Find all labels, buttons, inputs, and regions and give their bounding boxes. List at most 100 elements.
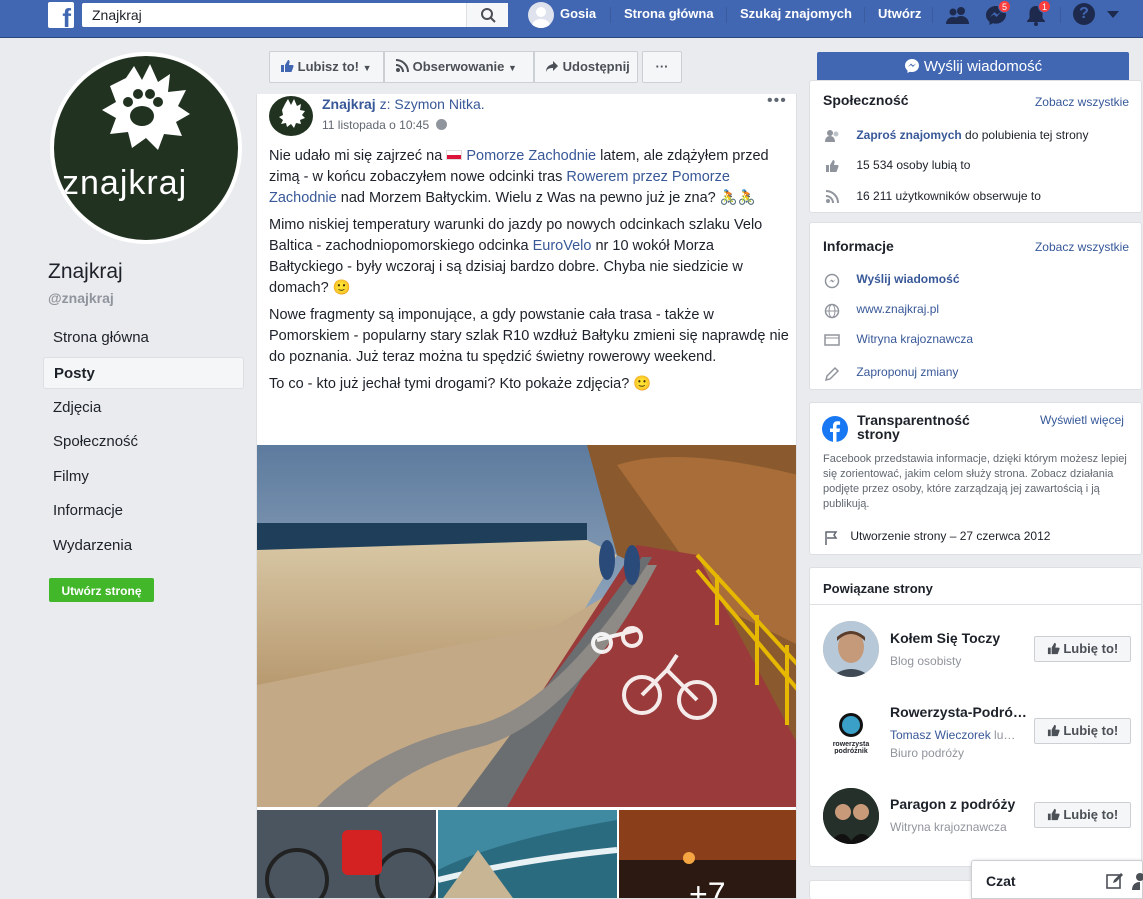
category-link[interactable]: Witryna krajoznawcza — [856, 332, 973, 346]
related-like-button[interactable]: Lubię to! — [1034, 802, 1131, 828]
related-page-category: Blog osobisty — [890, 654, 962, 668]
follow-button[interactable]: Obserwowanie ▼ — [384, 51, 534, 83]
post-date[interactable]: 11 listopada o 10:45 — [322, 118, 429, 132]
search-button[interactable] — [466, 3, 508, 27]
left-nav-posts[interactable]: Posty — [43, 357, 244, 389]
globe-icon — [823, 303, 841, 319]
left-nav-info[interactable]: Informacje — [43, 495, 244, 527]
thumbs-up-icon — [281, 60, 294, 72]
left-nav-home[interactable]: Strona główna — [43, 322, 244, 354]
new-message-icon[interactable] — [1106, 872, 1124, 890]
transparency-view-more-link[interactable]: Wyświetl więcej — [1040, 413, 1130, 428]
post-with-person[interactable]: z: Szymon Nitka. — [380, 96, 485, 112]
left-nav-events[interactable]: Wydarzenia — [43, 530, 244, 562]
nav-create[interactable]: Utwórz — [878, 0, 921, 28]
related-page-name[interactable]: Paragon z podróży — [890, 796, 1015, 812]
transparency-card: Transparentność strony Wyświetl więcej F… — [809, 402, 1142, 555]
left-nav-photos[interactable]: Zdjęcia — [43, 392, 244, 424]
related-like-button[interactable]: Lubię to! — [1034, 718, 1131, 744]
post-main-photo[interactable] — [257, 445, 796, 807]
page-handle[interactable]: @znajkraj — [48, 290, 114, 306]
community-title: Społeczność — [823, 92, 909, 108]
related-page-person-rest: lu… — [994, 728, 1016, 742]
website-link[interactable]: www.znajkraj.pl — [856, 302, 939, 316]
related-like-button[interactable]: Lubię to! — [1034, 636, 1131, 662]
thumbs-up-icon — [1047, 724, 1060, 737]
share-button[interactable]: Udostępnij — [534, 51, 638, 83]
post-author-avatar[interactable] — [269, 96, 313, 136]
messenger-icon — [904, 59, 919, 73]
post-thumbnail-1[interactable] — [257, 810, 436, 898]
nav-find-friends[interactable]: Szukaj znajomych — [740, 0, 852, 28]
category-row: Witryna krajoznawcza — [823, 332, 973, 347]
related-page-avatar[interactable] — [823, 621, 879, 677]
page-created-date: Utworzenie strony – 27 czerwca 2012 — [850, 529, 1051, 543]
divider — [810, 604, 1141, 605]
related-page-name[interactable]: Kołem Się Toczy — [890, 630, 1000, 646]
post-options-button[interactable]: ••• — [767, 94, 787, 110]
friend-requests-icon[interactable] — [944, 4, 972, 26]
send-message-button[interactable]: Wyślij wiadomość — [817, 52, 1129, 82]
nav-divider — [726, 7, 727, 23]
suggest-edits-row: Zaproponuj zmiany — [823, 365, 958, 381]
related-page-avatar[interactable] — [823, 788, 879, 844]
rss-icon — [823, 189, 841, 204]
info-send-message-link[interactable]: Wyślij wiadomość — [856, 272, 959, 286]
caret-down-icon: ▼ — [362, 63, 372, 73]
messages-badge: 5 — [998, 0, 1012, 13]
post-body: Nie udało mi się zajrzeć na Pomorze Zach… — [269, 146, 789, 401]
create-page-button[interactable]: Utwórz stronę — [49, 578, 154, 602]
follow-label: Obserwowanie — [412, 59, 505, 74]
more-photos-count: +7 — [689, 876, 726, 899]
link-pomorze-zachodnie[interactable]: Pomorze Zachodnie — [466, 148, 596, 164]
account-menu-caret-icon[interactable] — [1106, 10, 1120, 20]
user-avatar[interactable] — [528, 2, 554, 28]
post-paragraph-1: Nie udało mi się zajrzeć na Pomorze Zach… — [269, 146, 789, 209]
community-see-all-link[interactable]: Zobacz wszystkie — [1035, 95, 1129, 109]
info-card: Informacje Zobacz wszystkie Wyślij wiado… — [809, 222, 1142, 390]
logo-wordmark: znajkraj — [62, 164, 188, 202]
facebook-logo-icon[interactable]: f — [48, 2, 74, 28]
nav-divider — [1060, 7, 1061, 23]
page-title[interactable]: Znajkraj — [48, 260, 123, 284]
post-thumbnail-3[interactable]: +7 — [619, 810, 796, 899]
related-pages-card: Powiązane strony Kołem Się Toczy Blog os… — [809, 567, 1142, 867]
chat-bar[interactable]: Czat — [971, 860, 1143, 899]
search-input[interactable] — [82, 3, 508, 27]
help-icon[interactable]: ? — [1073, 3, 1095, 25]
suggest-edits-link[interactable]: Zaproponuj zmiany — [856, 365, 958, 379]
community-card: Społeczność Zobacz wszystkie Zaproś znaj… — [809, 80, 1142, 213]
link-eurovelo[interactable]: EuroVelo — [533, 238, 592, 254]
nav-divider — [610, 7, 611, 23]
like-page-button[interactable]: Lubisz to! ▼ — [269, 51, 384, 83]
related-page-category: Witryna krajoznawcza — [890, 820, 1007, 834]
nav-home[interactable]: Strona główna — [624, 0, 714, 28]
page-profile-picture[interactable]: znajkraj — [50, 52, 242, 244]
facebook-circle-icon — [822, 416, 848, 442]
left-nav-videos[interactable]: Filmy — [43, 461, 244, 493]
more-options-button[interactable]: ··· — [642, 51, 682, 83]
follows-count: 16 211 użytkowników obserwuje to — [856, 189, 1041, 203]
thumbs-up-icon — [1047, 642, 1060, 655]
chat-people-icon[interactable] — [1132, 872, 1143, 890]
post-timestamp-line: 11 listopada o 10:45 — [322, 118, 447, 132]
post-author-name[interactable]: Znajkraj — [322, 96, 376, 112]
left-nav-community[interactable]: Społeczność — [43, 426, 244, 458]
thumbs-up-icon — [823, 159, 841, 173]
related-page-name[interactable]: Rowerzysta-Podró… — [890, 704, 1027, 720]
invite-friends-text: do polubienia tej strony — [965, 128, 1089, 142]
nav-divider — [932, 7, 933, 23]
like-page-label: Lubisz to! — [297, 59, 360, 74]
post-thumbnail-2[interactable] — [438, 810, 617, 898]
post-paragraph-2: Mimo niskiej temperatury warunki do jazd… — [269, 215, 789, 299]
nav-profile[interactable]: Gosia — [560, 0, 596, 28]
related-page-avatar[interactable]: rowerzysta podróżnik — [823, 703, 879, 759]
info-see-all-link[interactable]: Zobacz wszystkie — [1035, 240, 1129, 254]
related-page-category: Biuro podróży — [890, 746, 965, 760]
top-navigation-bar: f Gosia Strona główna Szukaj znajomych U… — [0, 0, 1143, 38]
flag-icon — [823, 530, 841, 545]
related-page-person[interactable]: Tomasz Wieczorek — [890, 728, 991, 742]
invite-friends-link[interactable]: Zaproś znajomych — [856, 128, 961, 142]
related-page-logo-text: rowerzysta podróżnik — [832, 741, 870, 755]
website-row: www.znajkraj.pl — [823, 302, 939, 319]
